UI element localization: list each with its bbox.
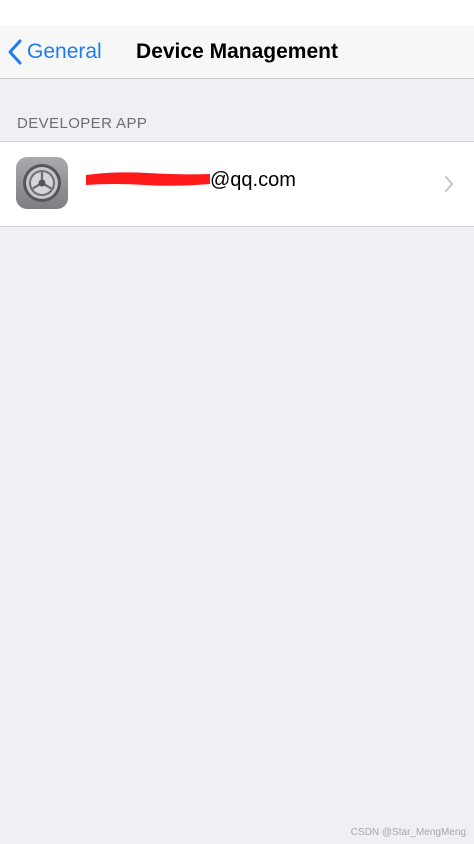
redacted-email-mark [86, 172, 210, 186]
developer-email: @qq.com [210, 169, 296, 191]
page-title-text: Device Management [136, 40, 338, 63]
watermark: CSDN @Star_MengMeng [350, 827, 466, 838]
developer-app-row[interactable]: @qq.com [0, 141, 474, 227]
status-bar [0, 0, 474, 26]
chevron-right-icon [445, 176, 453, 192]
section-header: DEVELOPER APP [17, 115, 148, 132]
navigation-bar: General Device Management [0, 26, 474, 79]
page-title: Device Management [0, 26, 474, 78]
settings-gear-icon [16, 157, 68, 209]
